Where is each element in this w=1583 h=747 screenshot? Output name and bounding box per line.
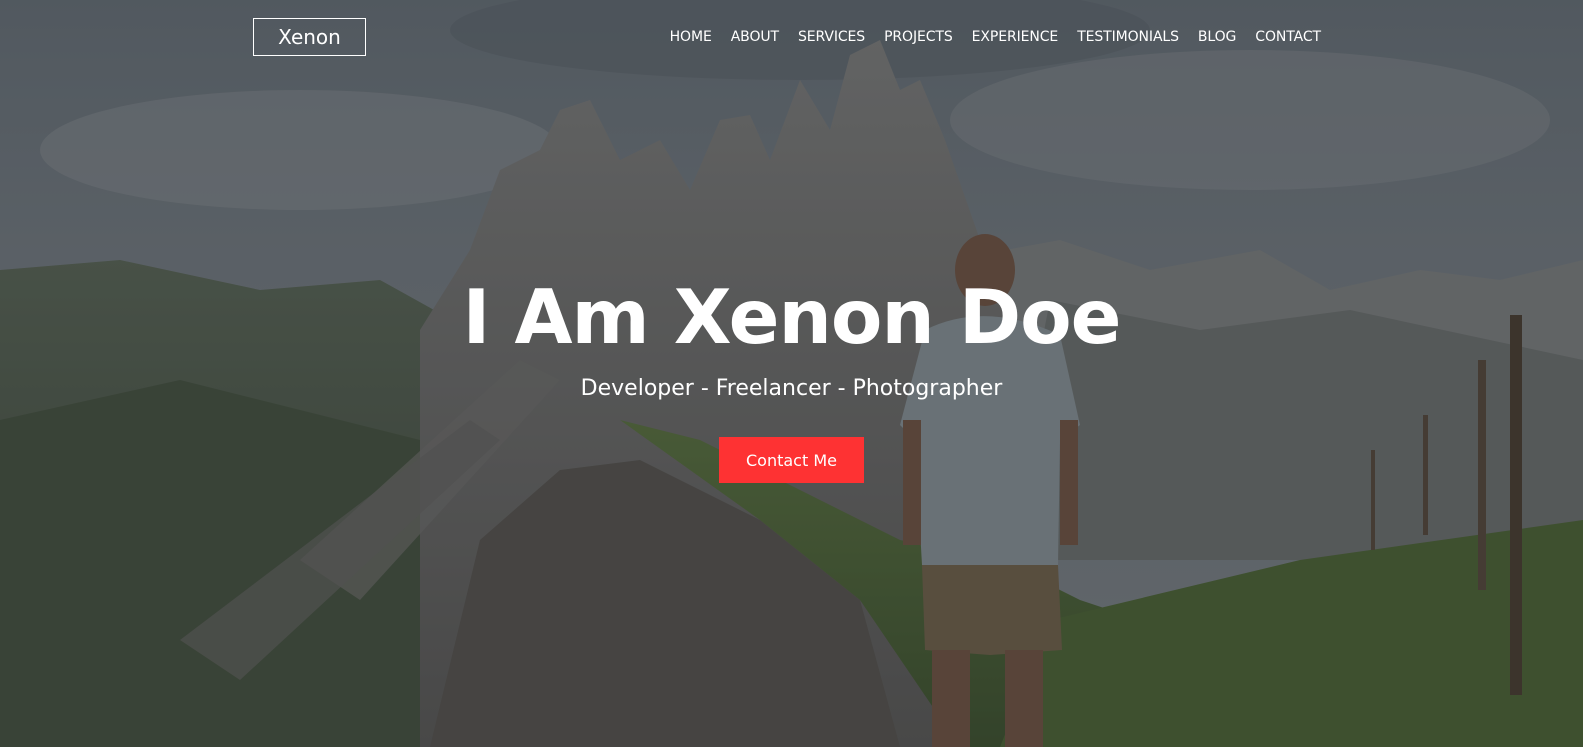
main-nav: HOME ABOUT SERVICES PROJECTS EXPERIENCE …	[651, 27, 1321, 47]
hero-title: I Am Xenon Doe	[462, 273, 1121, 361]
nav-item-contact[interactable]: CONTACT	[1255, 27, 1321, 47]
hero-subtitle: Developer - Freelancer - Photographer	[580, 376, 1003, 401]
nav-item-about[interactable]: ABOUT	[731, 27, 779, 47]
nav-item-experience[interactable]: EXPERIENCE	[972, 27, 1059, 47]
nav-item-blog[interactable]: BLOG	[1198, 27, 1236, 47]
hero-section: Xenon HOME ABOUT SERVICES PROJECTS EXPER…	[0, 0, 1583, 747]
nav-item-home[interactable]: HOME	[670, 27, 712, 47]
nav-item-services[interactable]: SERVICES	[798, 27, 865, 47]
hero-content: I Am Xenon Doe Developer - Freelancer - …	[0, 270, 1583, 483]
site-logo[interactable]: Xenon	[253, 18, 366, 56]
contact-me-button[interactable]: Contact Me	[719, 437, 864, 483]
nav-item-testimonials[interactable]: TESTIMONIALS	[1077, 27, 1179, 47]
nav-item-projects[interactable]: PROJECTS	[884, 27, 953, 47]
navbar: Xenon HOME ABOUT SERVICES PROJECTS EXPER…	[0, 0, 1583, 74]
